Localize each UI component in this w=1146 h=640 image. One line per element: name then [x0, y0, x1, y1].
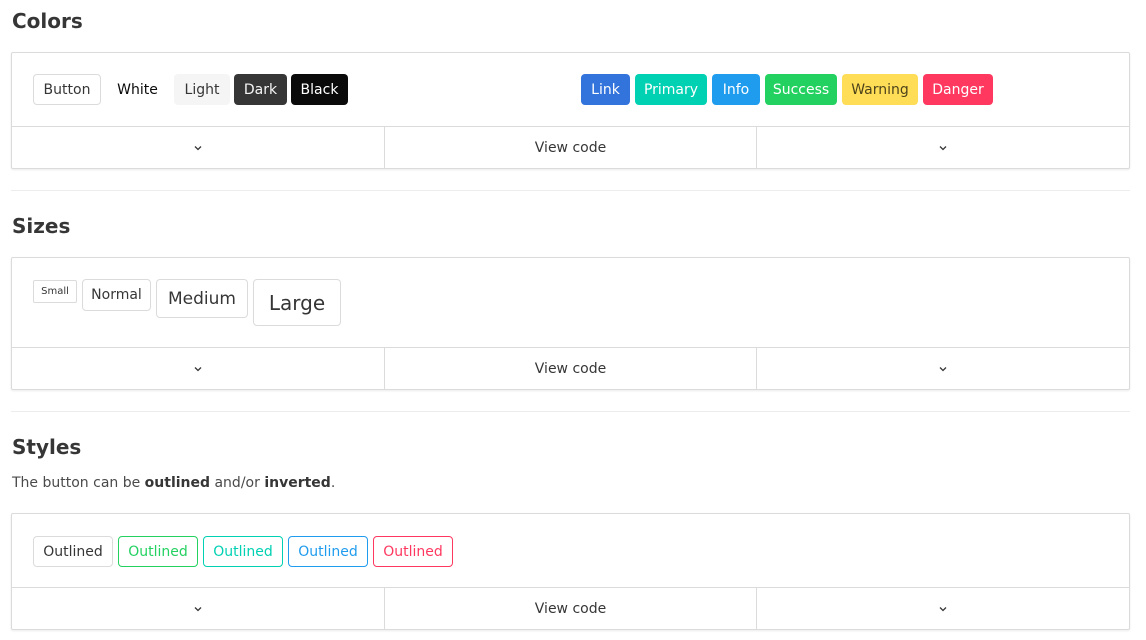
button-success[interactable]: Success: [765, 74, 837, 105]
styles-title: Styles: [12, 435, 82, 459]
description-bold-inverted: inverted: [264, 475, 331, 491]
colors-toggle-right[interactable]: [756, 127, 1129, 168]
button-warning[interactable]: Warning: [842, 74, 918, 105]
section-divider: [11, 411, 1130, 412]
button-info[interactable]: Info: [712, 74, 760, 105]
button-link[interactable]: Link: [581, 74, 630, 105]
description-bold-outlined: outlined: [144, 475, 211, 491]
styles-description: The button can be outlined and/or invert…: [12, 474, 335, 492]
styles-toggle-right[interactable]: [756, 588, 1129, 629]
colors-example: Button White Light Dark Black Link Prima…: [12, 53, 1129, 126]
colors-card: Button White Light Dark Black Link Prima…: [11, 52, 1130, 169]
button-outlined-default[interactable]: Outlined: [33, 536, 113, 567]
button-white[interactable]: White: [108, 74, 167, 105]
colors-view-code[interactable]: View code: [383, 127, 757, 168]
styles-example: Outlined Outlined Outlined Outlined Outl…: [12, 514, 1129, 587]
colors-toggle-left[interactable]: [12, 127, 384, 168]
chevron-down-icon: [194, 145, 202, 150]
button-black[interactable]: Black: [291, 74, 348, 105]
button-normal[interactable]: Normal: [82, 279, 151, 311]
section-divider: [11, 190, 1130, 191]
sizes-toggle-left[interactable]: [12, 348, 384, 389]
button-outlined-success[interactable]: Outlined: [118, 536, 198, 567]
styles-card: Outlined Outlined Outlined Outlined Outl…: [11, 513, 1130, 630]
colors-card-footer: View code: [12, 126, 1129, 168]
button-outlined-primary[interactable]: Outlined: [203, 536, 283, 567]
chevron-down-icon: [194, 366, 202, 371]
sizes-card: Small Normal Medium Large View code: [11, 257, 1130, 390]
button-light[interactable]: Light: [174, 74, 230, 105]
description-text: .: [330, 475, 336, 491]
button-primary[interactable]: Primary: [635, 74, 707, 105]
sizes-example: Small Normal Medium Large: [12, 258, 1129, 347]
chevron-down-icon: [939, 366, 947, 371]
chevron-down-icon: [939, 145, 947, 150]
styles-toggle-left[interactable]: [12, 588, 384, 629]
sizes-card-footer: View code: [12, 347, 1129, 389]
button-outlined-danger[interactable]: Outlined: [373, 536, 453, 567]
button-danger[interactable]: Danger: [923, 74, 993, 105]
button-dark[interactable]: Dark: [234, 74, 287, 105]
chevron-down-icon: [939, 606, 947, 611]
sizes-toggle-right[interactable]: [756, 348, 1129, 389]
description-text: and/or: [210, 475, 265, 491]
sizes-view-code[interactable]: View code: [383, 348, 757, 389]
button-small[interactable]: Small: [33, 280, 77, 303]
button-large[interactable]: Large: [253, 279, 341, 326]
button-outlined-info[interactable]: Outlined: [288, 536, 368, 567]
colors-title: Colors: [12, 9, 83, 33]
page: Colors Button White Light Dark Black Lin…: [0, 0, 1146, 640]
styles-card-footer: View code: [12, 587, 1129, 629]
button-default[interactable]: Button: [33, 74, 101, 105]
chevron-down-icon: [194, 606, 202, 611]
sizes-title: Sizes: [12, 214, 71, 238]
button-medium[interactable]: Medium: [156, 279, 248, 318]
description-text: The button can be: [12, 475, 145, 491]
styles-view-code[interactable]: View code: [383, 588, 757, 629]
